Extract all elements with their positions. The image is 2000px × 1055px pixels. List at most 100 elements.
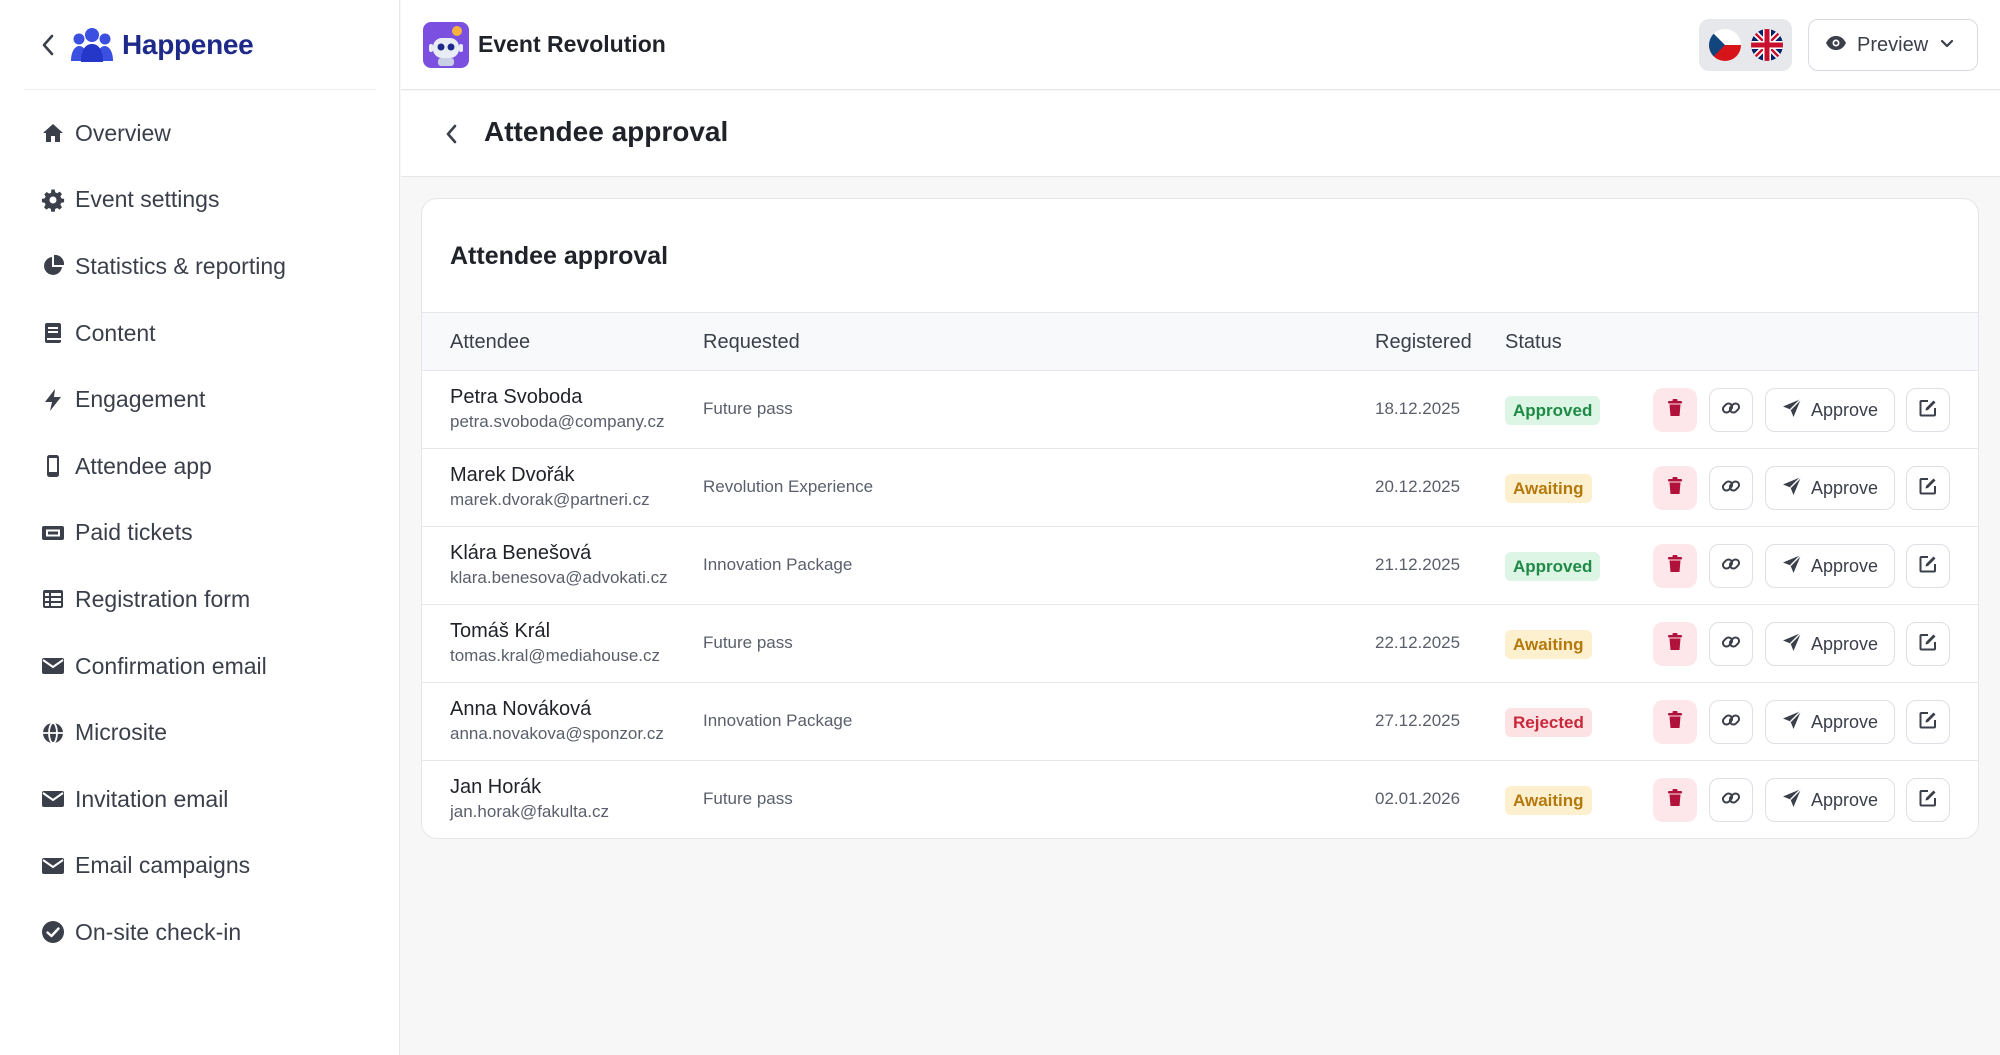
back-arrow-icon[interactable] [433, 116, 469, 152]
send-icon [1782, 398, 1802, 423]
trash-icon [1667, 554, 1683, 578]
copy-link-button[interactable] [1709, 388, 1753, 432]
sidebar-item-event-settings[interactable]: Event settings [0, 167, 400, 234]
sidebar-item-label: Attendee app [75, 452, 212, 479]
globe-icon [40, 720, 66, 746]
attendee-name: Jan Horák [450, 776, 542, 798]
delete-button[interactable] [1653, 778, 1697, 822]
approve-label: Approve [1811, 555, 1879, 576]
sidebar-item-label: Microsite [75, 719, 168, 746]
status-badge: Approved [1505, 552, 1601, 581]
sidebar-item-microsite[interactable]: Microsite [0, 699, 400, 766]
top-bar: Event Revolution Preview [401, 0, 2000, 90]
status-badge: Approved [1505, 396, 1601, 425]
table-icon [40, 586, 66, 612]
event-title: Event Revolution [478, 31, 666, 57]
sidebar-item-label: Statistics & reporting [75, 252, 286, 279]
approve-label: Approve [1811, 399, 1879, 420]
trash-icon [1667, 632, 1683, 656]
registered-date: 21.12.2025 [1375, 555, 1461, 574]
sidebar-item-label: Invitation email [75, 785, 229, 812]
sidebar-item-label: Paid tickets [75, 519, 193, 546]
column-header-requested: Requested [703, 331, 800, 353]
envelope-icon [40, 853, 66, 879]
table-row: Petra Svoboda petra.svoboda@company.cz F… [422, 371, 1978, 449]
czech-flag-icon[interactable] [1708, 29, 1741, 61]
approve-button[interactable]: Approve [1765, 544, 1895, 588]
table-header: Attendee Requested Registered Status [422, 312, 1978, 371]
table-row: Marek Dvořák marek.dvorak@partneri.cz Re… [422, 449, 1978, 527]
attendee-name: Anna Nováková [450, 698, 592, 720]
preview-button[interactable]: Preview [1808, 19, 1978, 71]
requested-ticket: Revolution Experience [703, 477, 874, 496]
sidebar-item-label: Content [75, 319, 156, 346]
table-row: Klára Benešová klara.benesova@advokati.c… [422, 527, 1978, 605]
send-icon [1782, 632, 1802, 657]
table-body: Petra Svoboda petra.svoboda@company.cz F… [422, 371, 1978, 838]
brand-header: Happenee [24, 0, 376, 90]
attendee-name: Marek Dvořák [450, 464, 575, 486]
approve-label: Approve [1811, 633, 1879, 654]
approve-button[interactable]: Approve [1765, 622, 1895, 666]
delete-button[interactable] [1653, 544, 1697, 588]
requested-ticket: Innovation Package [703, 711, 853, 730]
delete-button[interactable] [1653, 388, 1697, 432]
sidebar-item-overview[interactable]: Overview [0, 100, 400, 167]
trash-icon [1667, 788, 1683, 812]
edit-button[interactable] [1906, 544, 1950, 588]
approve-button[interactable]: Approve [1765, 466, 1895, 510]
edit-button[interactable] [1906, 466, 1950, 510]
gear-icon [40, 187, 66, 213]
attendee-email: klara.benesova@advokati.cz [450, 568, 668, 587]
attendee-email: anna.novakova@sponzor.cz [450, 724, 664, 743]
uk-flag-icon[interactable] [1750, 29, 1783, 61]
requested-ticket: Innovation Package [703, 555, 853, 574]
approve-button[interactable]: Approve [1765, 778, 1895, 822]
copy-link-button[interactable] [1709, 466, 1753, 510]
link-icon [1721, 788, 1741, 813]
edit-icon [1919, 711, 1937, 734]
back-icon[interactable] [28, 25, 68, 65]
page-header: Attendee approval [401, 91, 2000, 177]
edit-button[interactable] [1906, 388, 1950, 432]
sidebar-item-attendee-app[interactable]: Attendee app [0, 433, 400, 500]
copy-link-button[interactable] [1709, 544, 1753, 588]
pie-chart-icon [40, 253, 66, 279]
edit-button[interactable] [1906, 700, 1950, 744]
edit-icon [1919, 555, 1937, 578]
copy-link-button[interactable] [1709, 778, 1753, 822]
mobile-icon [40, 453, 66, 479]
edit-button[interactable] [1906, 778, 1950, 822]
sidebar-item-invitation-email[interactable]: Invitation email [0, 766, 400, 833]
sidebar-item-statistics[interactable]: Statistics & reporting [0, 233, 400, 300]
sidebar-item-engagement[interactable]: Engagement [0, 366, 400, 433]
sidebar-item-confirmation-email[interactable]: Confirmation email [0, 633, 400, 700]
send-icon [1782, 788, 1802, 813]
copy-link-button[interactable] [1709, 700, 1753, 744]
delete-button[interactable] [1653, 466, 1697, 510]
table-row: Jan Horák jan.horak@fakulta.cz Future pa… [422, 761, 1978, 838]
approve-label: Approve [1811, 789, 1879, 810]
sidebar-item-registration-form[interactable]: Registration form [0, 566, 400, 633]
edit-icon [1919, 789, 1937, 812]
status-badge: Awaiting [1505, 630, 1592, 659]
book-icon [40, 320, 66, 346]
edit-icon [1919, 477, 1937, 500]
send-icon [1782, 476, 1802, 501]
copy-link-button[interactable] [1709, 622, 1753, 666]
approve-button[interactable]: Approve [1765, 700, 1895, 744]
happenee-logo-icon [71, 27, 113, 62]
status-badge: Awaiting [1505, 474, 1592, 503]
registered-date: 18.12.2025 [1375, 399, 1461, 418]
sidebar-item-content[interactable]: Content [0, 300, 400, 367]
sidebar-item-email-campaigns[interactable]: Email campaigns [0, 833, 400, 900]
sidebar-item-paid-tickets[interactable]: Paid tickets [0, 500, 400, 567]
sidebar-item-on-site-check-in[interactable]: On-site check-in [0, 899, 400, 966]
delete-button[interactable] [1653, 622, 1697, 666]
approve-button[interactable]: Approve [1765, 388, 1895, 432]
delete-button[interactable] [1653, 700, 1697, 744]
attendee-email: marek.dvorak@partneri.cz [450, 490, 650, 509]
edit-button[interactable] [1906, 622, 1950, 666]
link-icon [1721, 632, 1741, 657]
sidebar-item-label: On-site check-in [75, 918, 242, 945]
